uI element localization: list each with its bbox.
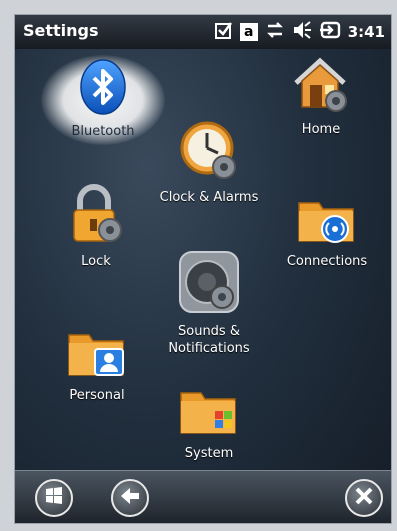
- tile-sounds-notifications[interactable]: Sounds & Notifications: [155, 249, 263, 357]
- tile-connections[interactable]: Connections: [277, 195, 377, 270]
- title-bar: Settings a 3:41: [15, 15, 391, 49]
- input-mode-a-icon[interactable]: a: [239, 23, 258, 41]
- close-icon: [354, 486, 374, 510]
- volume-icon[interactable]: [292, 20, 312, 44]
- softkey-bar: [15, 470, 391, 523]
- window-title: Settings: [23, 21, 99, 40]
- start-icon: [44, 486, 64, 510]
- status-area[interactable]: a 3:41: [214, 19, 385, 45]
- lock-icon: [68, 183, 124, 249]
- tile-label: Bluetooth: [71, 124, 135, 139]
- back-button[interactable]: [111, 479, 149, 517]
- clock-icon: [178, 119, 240, 185]
- tile-label: System: [184, 446, 234, 461]
- close-button[interactable]: [345, 479, 383, 517]
- tile-personal[interactable]: Personal: [55, 327, 139, 404]
- speaker-icon: [177, 249, 241, 319]
- tile-system[interactable]: System: [167, 385, 251, 462]
- connections-icon: [295, 195, 359, 249]
- tile-label: Personal: [69, 388, 125, 403]
- sync-arrows-icon[interactable]: [265, 21, 285, 44]
- tile-label: Clock & Alarms: [159, 190, 259, 205]
- checkbox-icon[interactable]: [214, 21, 233, 44]
- tile-home[interactable]: Home: [281, 55, 361, 138]
- tile-label: Lock: [81, 254, 111, 269]
- tile-clock-alarms[interactable]: Clock & Alarms: [153, 119, 265, 206]
- system-folder-icon: [177, 385, 241, 441]
- tile-label: Home: [301, 122, 341, 137]
- start-button[interactable]: [35, 479, 73, 517]
- personal-folder-icon: [65, 327, 129, 383]
- tile-label-line1: Sounds &: [178, 324, 240, 339]
- home-icon: [292, 55, 350, 117]
- back-icon: [119, 486, 141, 510]
- bluetooth-icon: [78, 59, 128, 119]
- tile-bluetooth[interactable]: Bluetooth: [55, 59, 151, 140]
- battery-icon[interactable]: [319, 21, 341, 44]
- tile-lock[interactable]: Lock: [55, 183, 137, 270]
- settings-screen: Settings a 3:41 Bluetooth Home Clock & A…: [14, 14, 392, 524]
- tile-label-line2: Notifications: [168, 341, 250, 356]
- status-time: 3:41: [347, 23, 385, 41]
- tile-label: Connections: [286, 254, 368, 269]
- device-frame: Settings a 3:41 Bluetooth Home Clock & A…: [0, 0, 397, 531]
